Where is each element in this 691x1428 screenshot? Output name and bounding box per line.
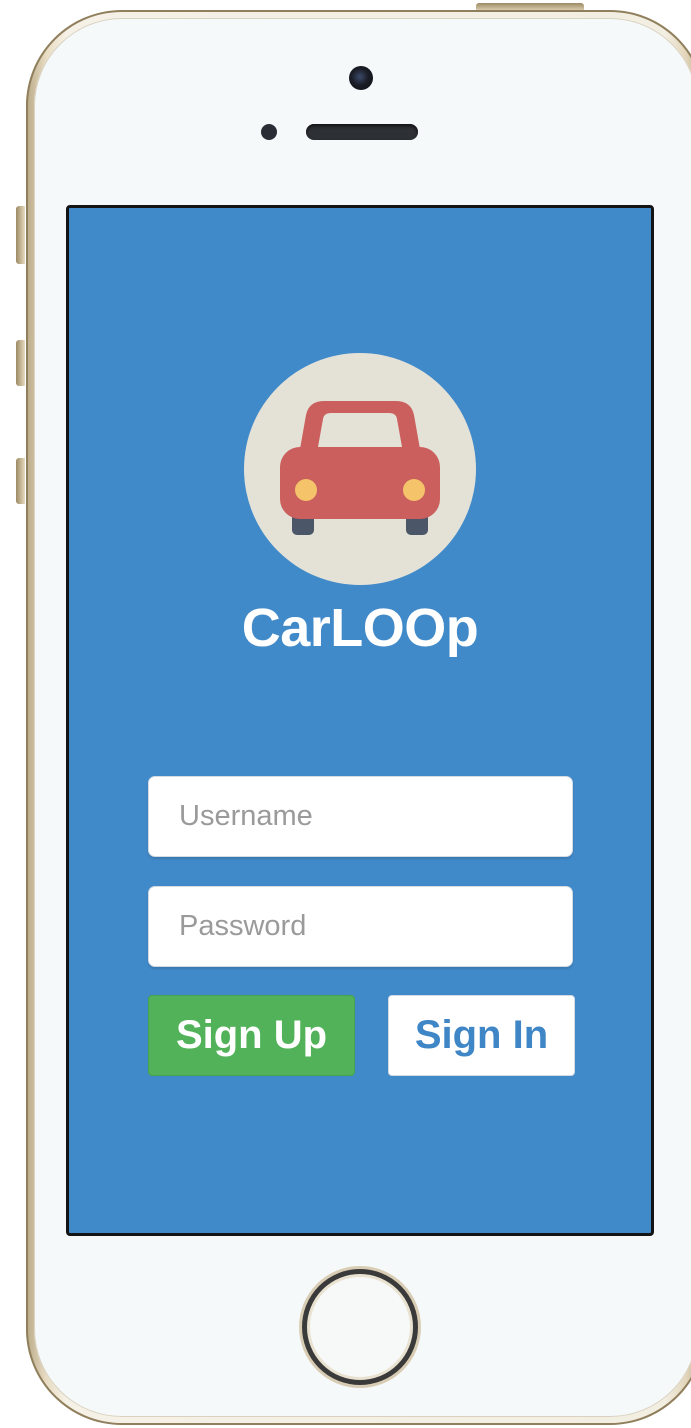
proximity-sensor bbox=[261, 124, 277, 140]
app-title: CarLOOp bbox=[241, 598, 479, 658]
earpiece-speaker bbox=[306, 124, 418, 140]
home-button[interactable] bbox=[302, 1269, 418, 1385]
username-input[interactable] bbox=[148, 776, 573, 857]
sign-in-button[interactable]: Sign In bbox=[388, 995, 575, 1076]
page: CarLOOp Sign Up Sign In bbox=[0, 0, 691, 1428]
sign-up-button[interactable]: Sign Up bbox=[148, 995, 355, 1076]
mute-switch bbox=[16, 206, 25, 264]
app-logo bbox=[244, 353, 476, 585]
password-input[interactable] bbox=[148, 886, 573, 967]
volume-up-button bbox=[16, 340, 25, 386]
front-camera bbox=[349, 66, 373, 90]
car-icon bbox=[280, 401, 440, 535]
volume-down-button bbox=[16, 458, 25, 504]
